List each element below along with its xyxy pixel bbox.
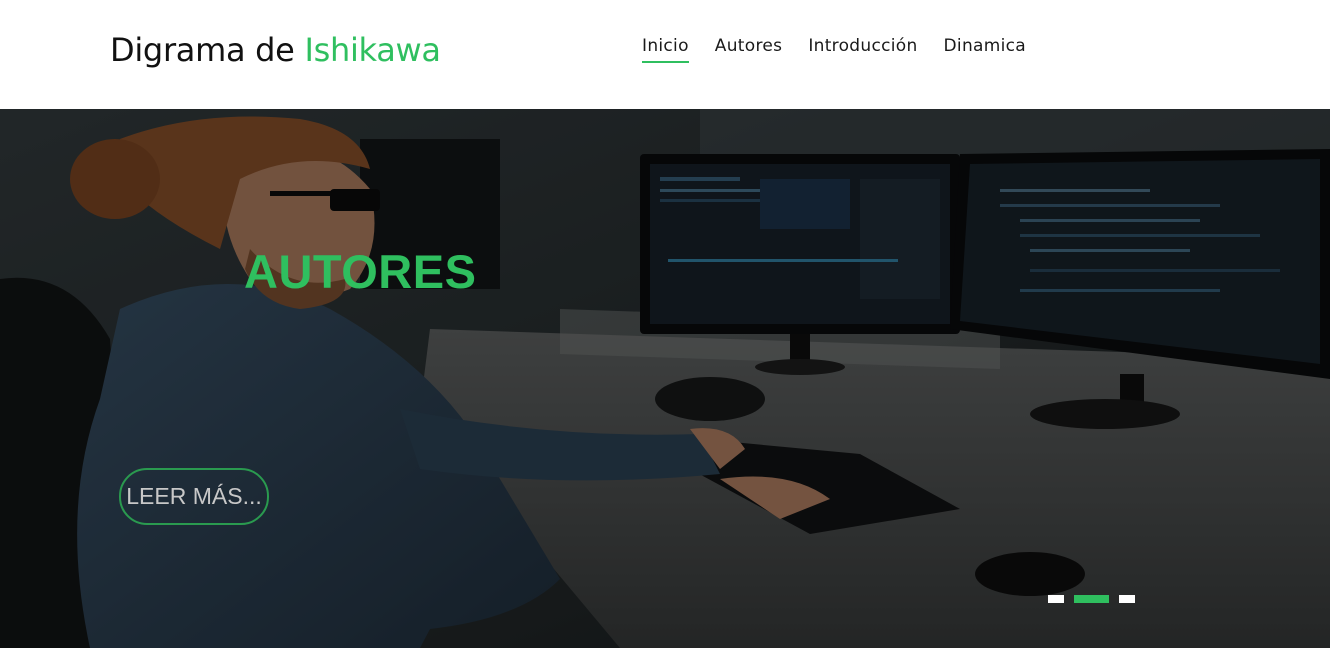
nav-link-autores[interactable]: Autores	[715, 36, 783, 63]
site-header: Digrama de Ishikawa Inicio Autores Intro…	[0, 0, 1330, 109]
brand-main-text: Digrama de	[110, 31, 295, 69]
nav-link-introduccion[interactable]: Introducción	[808, 36, 917, 63]
main-nav: Inicio Autores Introducción Dinamica	[642, 36, 1026, 63]
nav-link-dinamica[interactable]: Dinamica	[944, 36, 1026, 63]
hero-title: AUTORES	[244, 245, 477, 298]
slider-dot-3[interactable]	[1119, 595, 1135, 603]
slider-dot-1[interactable]	[1048, 595, 1064, 603]
hero-slider: AUTORES LEER MÁS...	[0, 109, 1330, 648]
brand-accent-text: Ishikawa	[304, 31, 441, 69]
site-logo[interactable]: Digrama de Ishikawa	[110, 31, 441, 69]
nav-link-inicio[interactable]: Inicio	[642, 36, 689, 63]
hero-dark-overlay	[0, 109, 1330, 648]
slider-dot-2[interactable]	[1074, 595, 1109, 603]
slider-indicators	[1048, 595, 1135, 603]
read-more-button[interactable]: LEER MÁS...	[119, 468, 269, 525]
